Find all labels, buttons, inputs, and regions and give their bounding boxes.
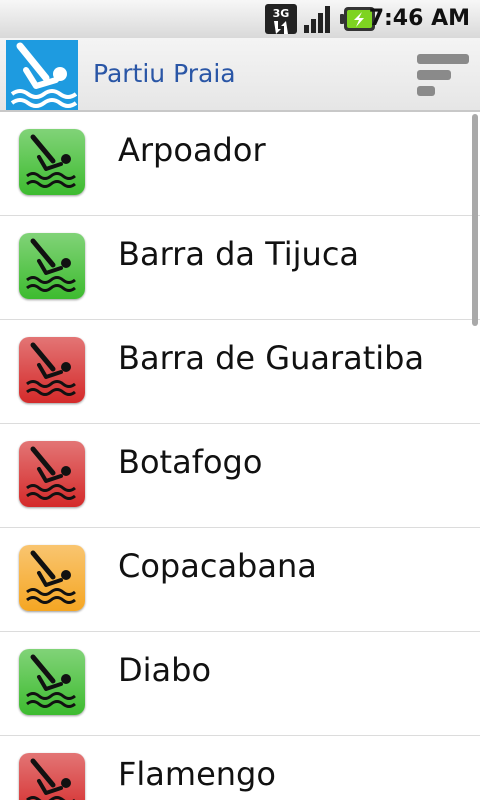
beach-status-red-icon <box>19 337 85 403</box>
beach-status-green-icon <box>19 649 85 715</box>
beach-status-orange-icon <box>19 545 85 611</box>
app-title: Partiu Praia <box>93 59 236 88</box>
beach-name: Barra de Guaratiba <box>118 339 425 377</box>
filter-sort-icon[interactable] <box>417 54 469 98</box>
beach-list-item[interactable]: Flamengo <box>0 736 480 800</box>
beach-name: Botafogo <box>118 443 263 481</box>
beach-list-item[interactable]: Barra de Guaratiba <box>0 320 480 424</box>
beach-list-item[interactable]: Copacabana <box>0 528 480 632</box>
beach-name: Copacabana <box>118 547 317 585</box>
beach-status-green-icon <box>19 129 85 195</box>
beach-status-red-icon <box>19 441 85 507</box>
svg-text:3G: 3G <box>273 7 290 20</box>
status-bar: 3G 7:46 AM <box>0 0 480 38</box>
beach-name: Barra da Tijuca <box>118 235 360 273</box>
beach-list-item[interactable]: Diabo <box>0 632 480 736</box>
beach-list-item[interactable]: Botafogo <box>0 424 480 528</box>
beach-list-item[interactable]: Arpoador <box>0 112 480 216</box>
signal-strength-icon <box>304 6 330 33</box>
beach-name: Diabo <box>118 651 212 689</box>
3g-network-icon: 3G <box>265 4 297 34</box>
beach-name: Arpoador <box>118 131 266 169</box>
beach-status-green-icon <box>19 233 85 299</box>
clock: 7:46 AM <box>368 6 470 31</box>
beach-list[interactable]: Arpoador Barra da Tijuca Barra de Guarat… <box>0 112 480 800</box>
diver-logo-icon[interactable] <box>6 40 78 110</box>
beach-status-red-icon <box>19 753 85 800</box>
action-bar: Partiu Praia <box>0 38 480 112</box>
beach-name: Flamengo <box>118 755 276 793</box>
scrollbar[interactable] <box>472 114 478 326</box>
beach-list-item[interactable]: Barra da Tijuca <box>0 216 480 320</box>
